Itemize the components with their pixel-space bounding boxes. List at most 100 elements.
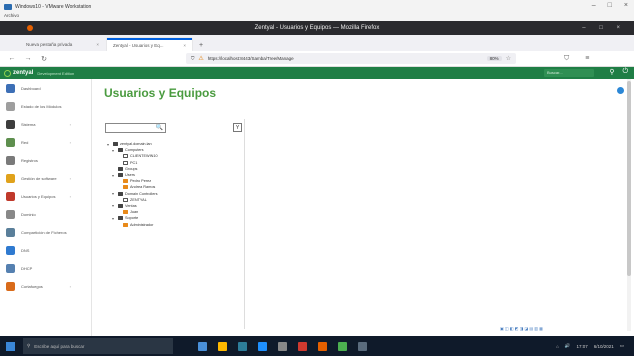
forward-icon[interactable]: → [24,55,32,62]
sidebar-item-label: DHCP [21,265,33,271]
dhcp-icon [6,263,15,273]
pocket-icon[interactable]: ⛉ [564,55,569,63]
tab-private[interactable]: Nueva pestaña privada × [20,38,105,51]
taskbar-app-icon[interactable] [238,341,247,351]
tree-search-input[interactable]: 🔍 [105,123,166,133]
folder-icon [118,148,123,153]
sidebar: Dashboard Estado de los Módulos Sistema › Re… [0,79,92,336]
back-icon[interactable]: ← [8,55,16,62]
taskbar-search[interactable]: ⚲ Escribe aquí para buscar [23,338,173,354]
sidebar-item[interactable]: Estado de los Módulos [0,97,91,115]
taskbar-date[interactable]: 6/10/2021 [594,344,614,349]
minimize-icon[interactable]: – [592,2,596,9]
vm-menu[interactable]: Archivo [0,13,634,21]
tab-strip: Nueva pestaña privada × Zentyal - Usuari… [0,35,634,51]
vmware-icon [4,3,12,10]
tree-node-label: zentyal.domain.lan [120,142,152,147]
shield-icon[interactable]: ⛉ [191,56,194,61]
firewall-icon [6,281,15,291]
tree-node-label: Juan [130,210,139,215]
logout-icon[interactable]: ⏻ [622,68,628,76]
insecure-lock-icon[interactable]: ⚠ [198,55,203,62]
close-icon[interactable]: × [624,2,628,9]
taskbar-app-icon[interactable] [258,341,267,351]
tree-toggle[interactable]: ▾ [112,173,116,178]
folder-icon [118,191,123,196]
tree-filter-button[interactable]: Y [233,123,242,132]
scrollbar[interactable] [627,79,631,331]
tab-label: Zentyal - Usuarios y Eq... [113,43,164,48]
sidebar-item[interactable]: DHCP [0,259,91,277]
start-icon[interactable] [6,341,15,351]
sidebar-item[interactable]: Registros [0,151,91,169]
tree-node-label: Domain Controllers [125,191,158,196]
sidebar-item[interactable]: Sistema › [0,115,91,133]
tree-toggle[interactable]: ▾ [112,191,116,196]
scrollbar-thumb[interactable] [627,81,631,276]
taskbar-app-icon[interactable] [298,341,307,351]
brand-name: zentyal [13,70,34,76]
taskbar-app-icon[interactable] [318,341,327,351]
tree-toggle[interactable]: ▾ [112,148,116,153]
folder-icon [118,203,123,208]
sidebar-item[interactable]: Usuarios y Equipos › [0,187,91,205]
sidebar-item[interactable]: Dominio [0,205,91,223]
logs-icon [6,155,15,165]
toolbar-right: ⛉ ≡ [564,55,589,63]
taskbar-app-icon[interactable] [198,341,207,351]
vm-status-icons: ▣ ◫ ◧ ◩ ◨ ◪ ▤ ▥ ▦ [500,326,543,331]
new-tab-icon[interactable]: + [194,42,208,51]
volume-icon[interactable]: 🔊 [565,343,571,349]
computer-icon [123,154,128,159]
notifications-icon[interactable]: ▭ [620,343,624,349]
taskbar-app-icon[interactable] [278,341,287,351]
sidebar-item[interactable]: Cortafuegos › [0,277,91,295]
computer-icon [123,197,128,202]
user-icon [123,210,128,215]
tree-toggle[interactable]: ▾ [112,203,116,208]
sidebar-item[interactable]: Compartición de Ficheros [0,223,91,241]
taskbar-app-icon[interactable] [218,341,227,351]
close-tab-icon[interactable]: × [96,42,99,47]
sidebar-item[interactable]: DNS [0,241,91,259]
tree-toggle[interactable]: ▾ [107,142,111,147]
reload-icon[interactable]: ↻ [40,55,48,63]
zentyal-logo[interactable]: zentyal [4,69,34,77]
tree-node-label: Groups [125,166,138,171]
user-icon [123,185,128,190]
taskbar-app-icon[interactable] [358,341,367,351]
taskbar-time[interactable]: 17:07 [576,344,587,349]
tree-node[interactable]: Administrador [107,221,158,227]
maximize-icon[interactable]: □ [608,2,612,9]
ou-tree: ▾ zentyal.domain.lan ▾ Computers CLIENTEWIN1… [107,141,158,228]
browser-window-title: Zentyal - Usuarios y Equipos — Mozilla F… [254,25,380,31]
folder-icon [118,216,123,221]
url-bar[interactable]: ⛉ ⚠ https://localhost:8443/Samba/Tree/Ma… [186,53,516,64]
zoom-level[interactable]: 80% [486,56,502,61]
search-icon[interactable]: 🔍 [156,124,163,131]
sidebar-item[interactable]: Gestión de software › [0,169,91,187]
tree-node-label: Soporte [125,216,139,221]
tree-node-label: Computers [125,148,144,153]
bookmark-star-icon[interactable]: ☆ [506,55,511,62]
sidebar-item[interactable]: Red › [0,133,91,151]
network-icon [6,137,15,147]
taskbar-apps [198,341,367,351]
menu-icon[interactable]: ≡ [585,55,589,63]
header-icons: ⚲ ⏻ [609,68,628,76]
user-icon [123,179,128,184]
chevron-right-icon: › [69,193,71,199]
vm-title-bar: Windows10 - VMware Workstation – □ × [0,0,634,13]
browser-window-controls[interactable]: – □ × [582,25,626,31]
sidebar-item[interactable]: Dashboard [0,79,91,97]
network-icon[interactable]: ⌂ [556,344,559,349]
vm-title: Windows10 - VMware Workstation [15,3,92,10]
search-icon[interactable]: ⚲ [609,68,614,76]
close-tab-icon[interactable]: × [183,43,186,48]
tab-zentyal[interactable]: Zentyal - Usuarios y Eq... × [107,38,192,51]
dashboard-icon [6,83,15,93]
tree-toggle[interactable]: ▾ [112,216,116,221]
taskbar-app-icon[interactable] [338,341,347,351]
header-search-input[interactable]: Buscar... [544,69,594,77]
gear-icon[interactable] [617,87,624,94]
